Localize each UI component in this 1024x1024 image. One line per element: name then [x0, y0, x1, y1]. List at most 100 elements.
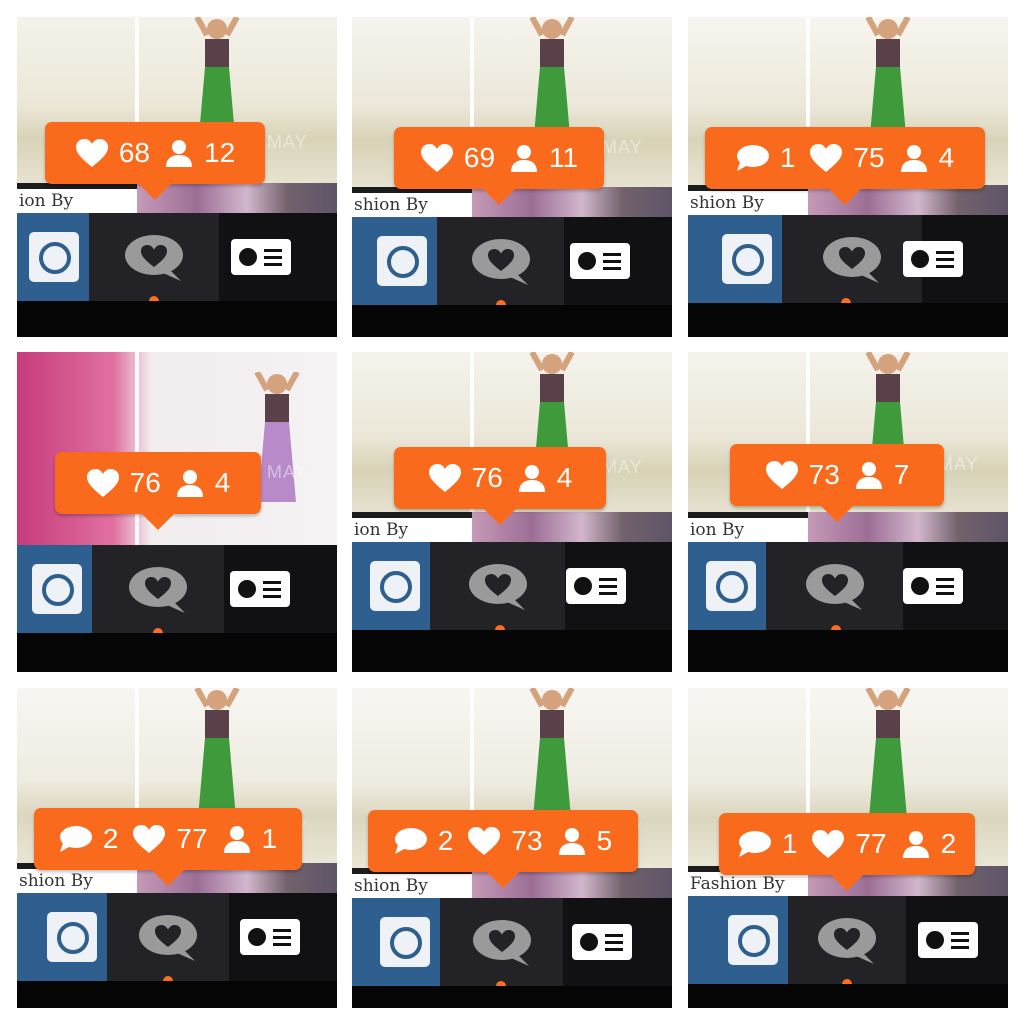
- tab-home[interactable]: [17, 893, 107, 981]
- activity-notification-bubble[interactable]: 1 77 2: [719, 813, 975, 891]
- activity-notification-bubble[interactable]: 76 4: [394, 447, 606, 525]
- collage-tile: MAY 76 4: [17, 352, 337, 672]
- tab-home[interactable]: [688, 896, 788, 984]
- profile-card-icon: [566, 568, 626, 604]
- tab-bar: [17, 213, 337, 306]
- tab-bar: [352, 542, 672, 635]
- followers-stat: 5: [557, 825, 613, 857]
- comments-count: 1: [779, 142, 796, 173]
- tab-profile[interactable]: [563, 898, 672, 986]
- activity-notification-bubble[interactable]: 69 11: [394, 127, 604, 205]
- photo-watermark: MAY: [938, 454, 979, 474]
- caption-text: shion By: [352, 193, 472, 217]
- tab-profile[interactable]: [565, 542, 672, 630]
- tab-profile[interactable]: [906, 896, 1008, 984]
- person-icon: [557, 826, 587, 856]
- activity-notification-bubble[interactable]: 2 77 1: [34, 808, 302, 886]
- tab-home[interactable]: [352, 217, 437, 305]
- collage-tile: MAYshion By2771: [17, 688, 337, 1008]
- followers-stat: 7: [854, 459, 910, 491]
- likes-count: 77: [855, 828, 887, 859]
- photo-watermark: MAY: [602, 457, 643, 477]
- comments-stat: 2: [59, 823, 118, 855]
- comments-stat: 1: [738, 828, 798, 860]
- heart-icon: [467, 826, 501, 856]
- photo-watermark: MAY: [267, 132, 308, 152]
- tab-profile[interactable]: [219, 213, 337, 301]
- likes-count: 76: [129, 467, 161, 498]
- collage-tile: MAYFashion By1772: [688, 688, 1008, 1008]
- followers-count: 7: [893, 459, 910, 490]
- photo-watermark: MAY: [267, 462, 308, 482]
- collage-tile: MAYshion By2735: [352, 688, 672, 1008]
- followers-count: 12: [204, 137, 236, 168]
- activity-notification-bubble[interactable]: 73 7: [730, 444, 944, 522]
- likes-count: 73: [808, 459, 840, 490]
- heart-speech-bubble-icon: [467, 562, 529, 612]
- instagram-logo-icon: [706, 561, 756, 611]
- speech-bubble-icon: [394, 827, 428, 855]
- heart-speech-bubble-icon: [470, 237, 532, 287]
- heart-speech-bubble-icon: [137, 913, 199, 963]
- tab-profile[interactable]: [903, 542, 1008, 630]
- instagram-logo-icon: [370, 561, 420, 611]
- tab-bar: [688, 215, 1008, 308]
- feed-photo[interactable]: MAY: [17, 352, 337, 545]
- activity-notification-bubble[interactable]: 1 75 4: [705, 127, 985, 205]
- tab-home[interactable]: [352, 898, 440, 986]
- tab-activity[interactable]: [92, 545, 224, 633]
- instagram-logo-icon: [32, 564, 82, 614]
- tab-profile[interactable]: [564, 217, 672, 305]
- tab-activity[interactable]: [430, 542, 565, 630]
- tab-bar: [688, 542, 1008, 635]
- tab-home[interactable]: [17, 213, 89, 301]
- tab-activity[interactable]: [437, 217, 564, 305]
- activity-notification-bubble[interactable]: 76 4: [55, 452, 261, 530]
- speech-bubble-icon: [736, 144, 770, 172]
- bottom-bar: [352, 986, 672, 1008]
- followers-count: 4: [938, 142, 955, 173]
- activity-notification-bubble[interactable]: 2 73 5: [368, 810, 638, 888]
- profile-card-icon: [572, 924, 632, 960]
- tab-profile[interactable]: [903, 215, 1008, 303]
- tab-home[interactable]: [352, 542, 430, 630]
- collage-tile: MAY ion By 68 12: [17, 17, 337, 337]
- instagram-logo-icon: [377, 236, 427, 286]
- followers-count: 5: [596, 825, 613, 856]
- tab-activity[interactable]: [107, 893, 229, 981]
- heart-icon: [86, 468, 120, 498]
- person-icon: [164, 138, 194, 168]
- tab-home[interactable]: [688, 542, 766, 630]
- likes-count: 75: [853, 142, 885, 173]
- likes-stat: 73: [765, 459, 840, 491]
- tab-activity[interactable]: [788, 896, 906, 984]
- likes-stat: 75: [809, 142, 885, 174]
- comments-stat: 2: [394, 825, 453, 857]
- collage-tile: MAY ion By 76 4: [352, 352, 672, 672]
- collage-tile: MAY ion By 73 7: [688, 352, 1008, 672]
- profile-card-icon: [230, 571, 290, 607]
- bottom-bar: [688, 984, 1008, 1008]
- caption-text: shion By: [688, 191, 808, 215]
- likes-count: 73: [511, 825, 543, 856]
- tab-activity[interactable]: [766, 542, 903, 630]
- tab-activity[interactable]: [782, 215, 922, 303]
- likes-count: 76: [471, 462, 503, 493]
- heart-speech-bubble-icon: [816, 916, 878, 966]
- tab-activity[interactable]: [440, 898, 563, 986]
- person-icon: [222, 824, 252, 854]
- tab-home[interactable]: [688, 215, 782, 303]
- comments-count: 1: [781, 828, 798, 859]
- person-icon: [509, 143, 539, 173]
- caption-text: shion By: [17, 869, 137, 893]
- tab-profile[interactable]: [229, 893, 337, 981]
- activity-notification-bubble[interactable]: 68 12: [45, 122, 265, 200]
- tab-home[interactable]: [17, 545, 92, 633]
- tab-profile[interactable]: [224, 545, 337, 633]
- likes-stat: 68: [75, 137, 150, 169]
- likes-stat: 76: [428, 462, 503, 494]
- collage-tile: MAY shion By 69 11: [352, 17, 672, 337]
- likes-count: 69: [463, 142, 496, 173]
- instagram-logo-icon: [380, 917, 430, 967]
- tab-activity[interactable]: [89, 213, 219, 301]
